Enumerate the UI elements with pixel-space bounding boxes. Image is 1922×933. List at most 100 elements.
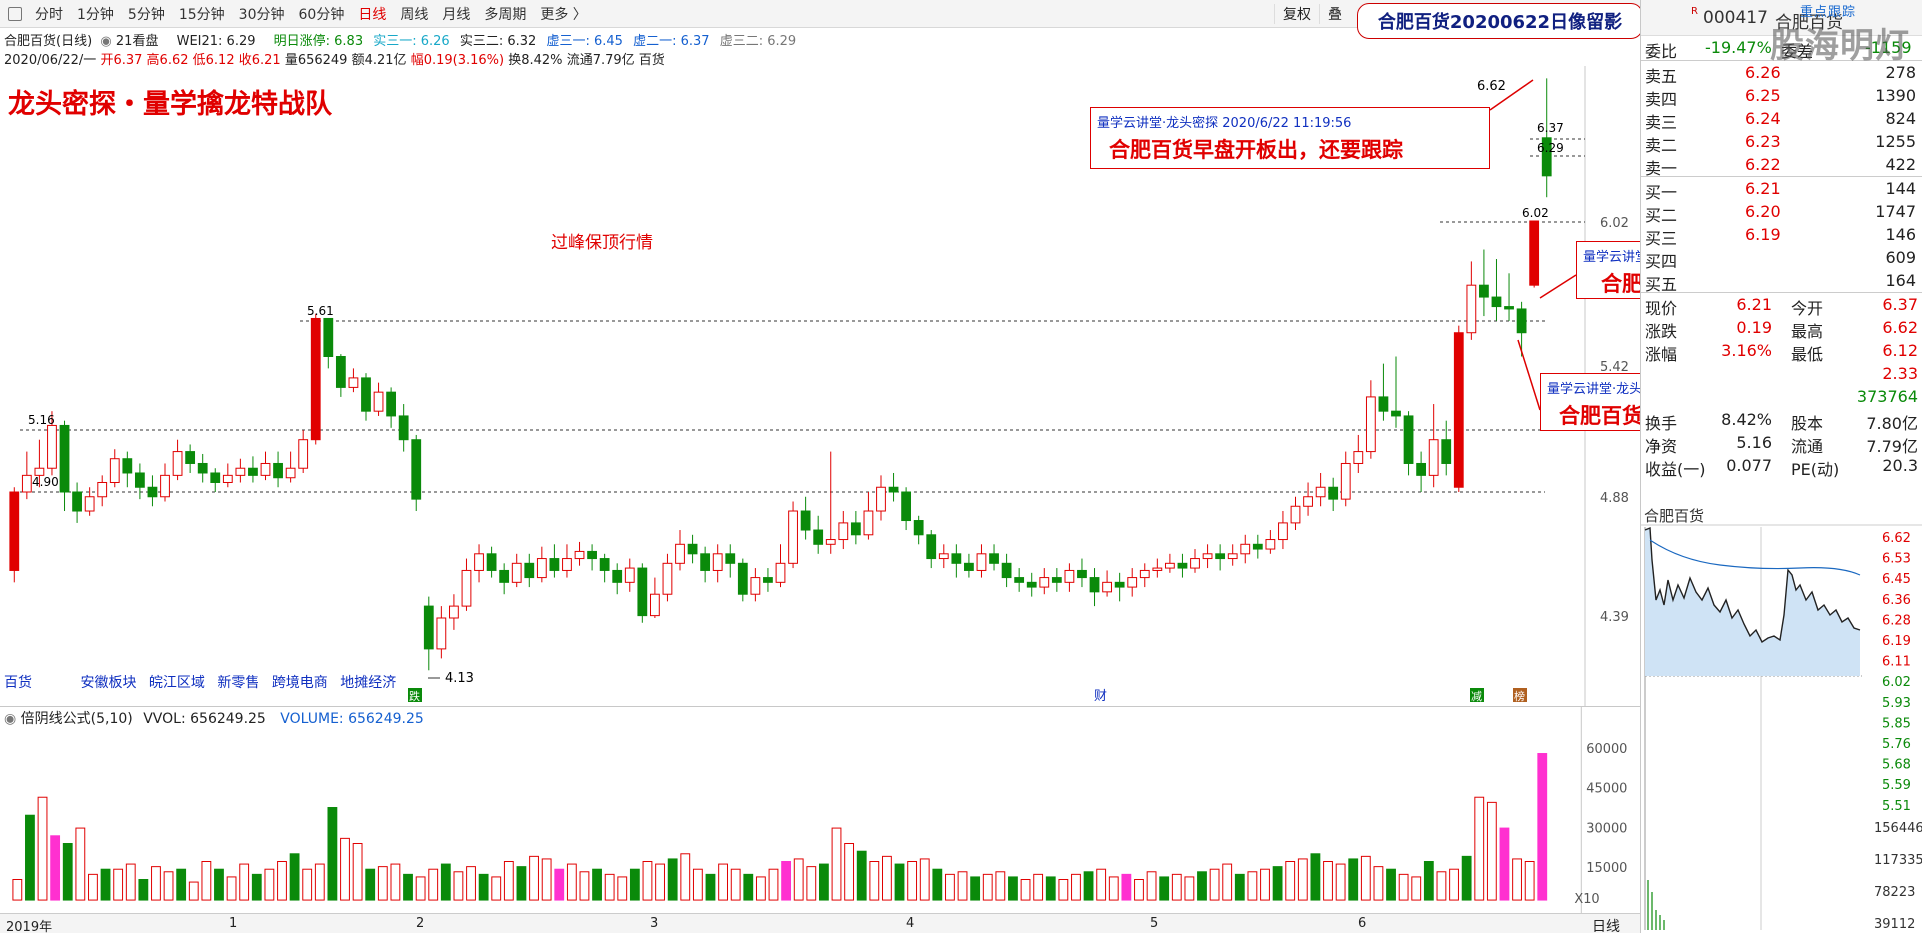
candle[interactable] [1428, 404, 1439, 488]
candle[interactable] [775, 544, 786, 588]
candle[interactable] [1416, 451, 1427, 492]
candle[interactable] [524, 553, 535, 588]
candle[interactable] [1278, 511, 1288, 550]
candle[interactable] [549, 544, 560, 578]
candle[interactable] [1001, 553, 1012, 588]
candle[interactable] [1516, 301, 1527, 357]
candle[interactable] [398, 404, 409, 452]
candle[interactable] [938, 544, 949, 569]
tab-monthly[interactable]: 月线 [435, 4, 477, 24]
candle[interactable] [1529, 220, 1540, 288]
candle[interactable] [612, 563, 623, 595]
ask-row[interactable]: 卖一 6.22 422 [1641, 153, 1922, 178]
candle[interactable] [675, 530, 685, 571]
candle[interactable] [285, 451, 296, 483]
candle[interactable] [712, 544, 723, 583]
bid-row[interactable]: 买一 6.21 144 [1641, 177, 1922, 202]
candle[interactable] [1403, 411, 1414, 476]
marker-cai[interactable]: 财 [1094, 689, 1107, 704]
candle[interactable] [1064, 563, 1075, 592]
candle[interactable] [323, 317, 334, 369]
candle[interactable] [1466, 261, 1477, 340]
sector-tag[interactable]: 跨境电商 [272, 675, 328, 691]
sector-tag[interactable]: 地摊经济 [340, 675, 396, 691]
candle[interactable] [222, 463, 233, 488]
candle[interactable] [876, 475, 886, 521]
candle[interactable] [1504, 273, 1514, 321]
candle[interactable] [348, 368, 359, 393]
candle[interactable] [486, 546, 497, 578]
candle[interactable] [763, 568, 773, 592]
tab-multi-period[interactable]: 多周期 [477, 4, 533, 24]
candle[interactable] [1391, 356, 1401, 428]
candle[interactable] [97, 475, 108, 507]
tab-5min[interactable]: 5分钟 [121, 4, 172, 24]
candle[interactable] [1303, 482, 1313, 516]
candle[interactable] [122, 451, 133, 488]
ask-row[interactable]: 卖二 6.23 1255 [1641, 130, 1922, 155]
candle[interactable] [1202, 544, 1213, 569]
candle[interactable] [1541, 78, 1552, 198]
candle[interactable] [160, 463, 170, 502]
bid-row[interactable]: 买四 609 [1641, 246, 1922, 271]
formula-icon[interactable]: ◉ [4, 711, 21, 727]
volume-chart[interactable]: 60000 45000 30000 15000 X10 [0, 706, 1640, 913]
candle[interactable] [813, 515, 824, 554]
candle[interactable] [863, 492, 874, 540]
candle[interactable] [788, 501, 798, 569]
candle[interactable] [1340, 451, 1351, 507]
candle[interactable] [1215, 544, 1226, 571]
candle[interactable] [461, 558, 472, 611]
look-icon[interactable]: ◉ [96, 34, 116, 49]
candle[interactable] [436, 606, 447, 659]
candle[interactable] [574, 541, 585, 566]
candle[interactable] [386, 387, 397, 428]
candle[interactable] [1491, 259, 1502, 321]
candle[interactable] [499, 563, 510, 595]
candle[interactable] [1039, 568, 1050, 595]
tab-weekly[interactable]: 周线 [393, 4, 435, 24]
candle[interactable] [1152, 558, 1163, 578]
candle[interactable] [737, 558, 748, 602]
candle[interactable] [411, 434, 422, 512]
tab-daily[interactable]: 日线 [351, 4, 393, 24]
candle[interactable] [964, 553, 974, 578]
candle[interactable] [850, 511, 861, 545]
candle[interactable] [725, 544, 736, 578]
candle[interactable] [1026, 572, 1037, 597]
candle[interactable] [951, 544, 962, 578]
candle[interactable] [511, 553, 522, 588]
candle[interactable] [901, 487, 912, 531]
tab-more[interactable]: 更多 〉 [533, 4, 593, 24]
candle[interactable] [109, 449, 120, 488]
candle[interactable] [185, 444, 196, 473]
candle[interactable] [825, 451, 836, 554]
candle[interactable] [1315, 472, 1326, 507]
candle[interactable] [1127, 568, 1138, 597]
tab-60min[interactable]: 60分钟 [292, 4, 352, 24]
candle[interactable] [1227, 544, 1238, 566]
candle[interactable] [1190, 549, 1200, 573]
adjust-button[interactable]: 复权 [1274, 4, 1319, 24]
candle[interactable] [147, 475, 158, 507]
candle[interactable] [21, 451, 32, 500]
candle[interactable] [926, 530, 937, 569]
candle[interactable] [210, 468, 221, 492]
candle[interactable] [1252, 534, 1263, 559]
candle[interactable] [1114, 572, 1125, 602]
formula-name[interactable]: 倍阴线公式(5,10) [21, 711, 133, 727]
candle[interactable] [1453, 325, 1464, 492]
candle[interactable] [474, 544, 484, 583]
candle[interactable] [562, 544, 572, 578]
candle[interactable] [888, 472, 899, 502]
candle[interactable] [260, 451, 271, 481]
candle[interactable] [1265, 530, 1276, 554]
sector-tag[interactable]: 百货 [4, 675, 32, 691]
candle[interactable] [1089, 568, 1100, 607]
candle[interactable] [976, 544, 987, 578]
tab-1min[interactable]: 1分钟 [70, 4, 121, 24]
ask-row[interactable]: 卖四 6.25 1390 [1641, 84, 1922, 109]
candle[interactable] [1365, 380, 1376, 459]
candle[interactable] [1240, 534, 1251, 564]
candle[interactable] [248, 456, 258, 483]
